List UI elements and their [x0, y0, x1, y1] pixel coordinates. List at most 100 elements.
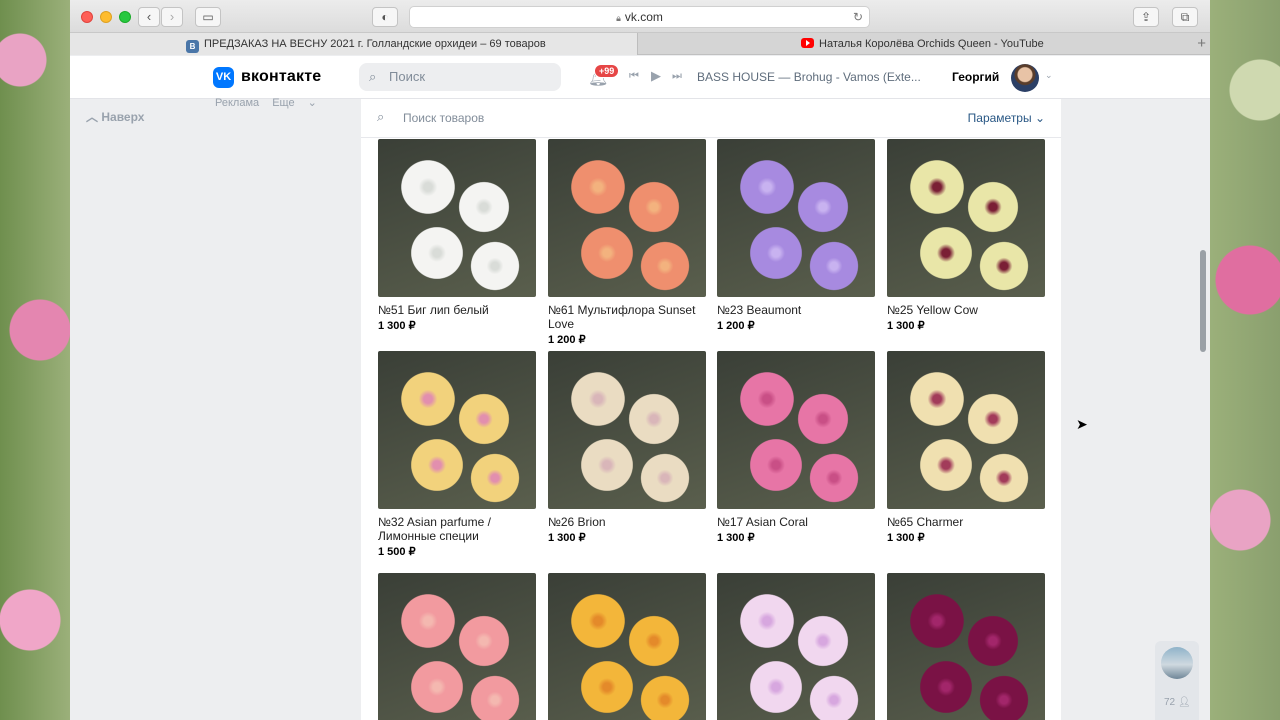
- product-title[interactable]: №65 Charmer: [887, 515, 1045, 529]
- product-title[interactable]: №25 Yellow Cow: [887, 303, 1045, 317]
- forward-icon[interactable]: ›: [161, 7, 183, 27]
- orchid-bloom: [977, 239, 1031, 293]
- vk-search-input[interactable]: ⌕ Поиск: [359, 63, 561, 91]
- reload-icon[interactable]: ↻: [853, 7, 863, 27]
- vk-logo-icon[interactable]: VK: [213, 67, 234, 88]
- product-card[interactable]: №17 Asian Coral 1 300 ₽: [717, 351, 875, 544]
- orchid-bloom: [747, 658, 805, 716]
- product-image[interactable]: [378, 139, 536, 297]
- product-image[interactable]: [548, 573, 706, 720]
- avatar[interactable]: [1011, 64, 1039, 92]
- ads-link[interactable]: Реклама: [215, 97, 259, 109]
- product-image[interactable]: [378, 351, 536, 509]
- product-image[interactable]: [717, 139, 875, 297]
- chat-widget[interactable]: 72 👤︎: [1155, 641, 1199, 720]
- market-search-bar[interactable]: ⌕ Поиск товаров Параметры ⌄: [361, 99, 1061, 138]
- product-title[interactable]: №32 Asian parfume / Лимонные специи: [378, 515, 536, 543]
- orchid-bloom: [807, 239, 861, 293]
- product-card[interactable]: №51 Биг лип белый 1 300 ₽: [378, 139, 536, 332]
- orchid-bloom: [965, 613, 1021, 669]
- product-title[interactable]: №26 Brion: [548, 515, 706, 529]
- product-title[interactable]: №17 Asian Coral: [717, 515, 875, 529]
- sidebar-toggle-icon[interactable]: ▭: [195, 7, 221, 27]
- sidebar-footer-links: Реклама Еще ⌄: [215, 96, 327, 109]
- orchid-bloom: [626, 179, 682, 235]
- orchid-bloom: [398, 157, 458, 217]
- user-name[interactable]: Георгий: [952, 70, 999, 84]
- product-title[interactable]: №23 Beaumont: [717, 303, 875, 317]
- address-bar[interactable]: 🔒︎ vk.com ↻: [409, 6, 870, 28]
- product-title[interactable]: №61 Мультифлора Sunset Love: [548, 303, 706, 331]
- page-scrollbar[interactable]: [1200, 250, 1206, 352]
- orchid-bloom: [747, 224, 805, 282]
- tabs-overview-icon[interactable]: ⧉: [1172, 7, 1198, 27]
- product-title[interactable]: №51 Биг лип белый: [378, 303, 536, 317]
- lock-icon: 🔒︎: [616, 13, 621, 23]
- orchid-bloom: [917, 436, 975, 494]
- tab-vk-market[interactable]: В ПРЕДЗАКАЗ НА ВЕСНУ 2021 г. Голландские …: [70, 33, 638, 55]
- product-image[interactable]: [717, 573, 875, 720]
- browser-toolbar: ‹ › ▭ ◐ 🔒︎ vk.com ↻ ⇪ ⧉: [70, 0, 1210, 33]
- product-price: 1 300 ₽: [548, 532, 586, 544]
- vk-logo-text[interactable]: вконтакте: [241, 68, 321, 86]
- product-image[interactable]: [887, 351, 1045, 509]
- product-card[interactable]: [548, 573, 706, 720]
- product-card[interactable]: №26 Brion 1 300 ₽: [548, 351, 706, 544]
- orchid-bloom: [747, 436, 805, 494]
- previous-track-icon[interactable]: ⏮: [629, 70, 639, 83]
- maximize-window-button[interactable]: [119, 11, 131, 23]
- product-card[interactable]: [887, 573, 1045, 720]
- chevron-down-icon[interactable]: ⌄: [1045, 70, 1053, 81]
- tab-title: Наталья Королёва Orchids Queen - YouTube: [819, 38, 1044, 50]
- product-image[interactable]: [887, 139, 1045, 297]
- play-icon[interactable]: ▶: [651, 68, 661, 84]
- orchid-bloom: [468, 239, 522, 293]
- tab-bar: В ПРЕДЗАКАЗ НА ВЕСНУ 2021 г. Голландские …: [70, 33, 1210, 55]
- product-image[interactable]: [378, 573, 536, 720]
- orchid-bloom: [907, 591, 967, 651]
- share-icon[interactable]: ⇪: [1133, 7, 1159, 27]
- product-image[interactable]: [717, 351, 875, 509]
- new-tab-button[interactable]: +: [1197, 33, 1206, 55]
- product-card[interactable]: №65 Charmer 1 300 ₽: [887, 351, 1045, 544]
- search-placeholder: Поиск: [389, 69, 426, 84]
- orchid-bloom: [917, 658, 975, 716]
- mouse-cursor-icon: ➤: [1076, 416, 1088, 432]
- orchid-bloom: [568, 369, 628, 429]
- product-card[interactable]: [717, 573, 875, 720]
- product-price: 1 300 ₽: [887, 532, 925, 544]
- close-window-button[interactable]: [81, 11, 93, 23]
- orchid-bloom: [917, 224, 975, 282]
- minimize-window-button[interactable]: [100, 11, 112, 23]
- orchid-bloom: [638, 673, 692, 720]
- tab-youtube[interactable]: Наталья Королёва Orchids Queen - YouTube: [639, 33, 1184, 55]
- back-icon[interactable]: ‹: [138, 7, 160, 27]
- orchid-bloom: [638, 239, 692, 293]
- orchid-bloom: [456, 613, 512, 669]
- privacy-shield-icon[interactable]: ◐: [372, 7, 398, 27]
- vk-header: VK вконтакте ⌕ Поиск 🔔︎ +99 ⏮ ▶ ⏭ BASS H…: [70, 56, 1210, 99]
- more-link[interactable]: Еще ⌄: [272, 97, 317, 109]
- product-card[interactable]: №32 Asian parfume / Лимонные специи 1 500…: [378, 351, 536, 558]
- product-card[interactable]: №61 Мультифлора Sunset Love 1 200 ₽: [548, 139, 706, 346]
- product-price: 1 200 ₽: [717, 320, 755, 332]
- product-image[interactable]: [887, 573, 1045, 720]
- product-image[interactable]: [548, 139, 706, 297]
- orchid-bloom: [626, 391, 682, 447]
- orchid-bloom: [398, 369, 458, 429]
- orchid-bloom: [456, 179, 512, 235]
- back-to-top-button[interactable]: ︿ Наверх: [86, 108, 144, 125]
- orchid-bloom: [907, 157, 967, 217]
- product-image[interactable]: [548, 351, 706, 509]
- product-card[interactable]: №23 Beaumont 1 200 ₽: [717, 139, 875, 332]
- orchid-bloom: [795, 179, 851, 235]
- product-card[interactable]: №25 Yellow Cow 1 300 ₽: [887, 139, 1045, 332]
- now-playing-track[interactable]: BASS HOUSE — Brohug - Vamos (Exte...: [697, 70, 925, 84]
- product-price: 1 300 ₽: [887, 320, 925, 332]
- product-card[interactable]: [378, 573, 536, 720]
- next-track-icon[interactable]: ⏭: [672, 70, 682, 83]
- orchid-bloom: [965, 179, 1021, 235]
- parameters-dropdown[interactable]: Параметры ⌄: [968, 111, 1045, 125]
- orchid-bloom: [795, 391, 851, 447]
- orchid-bloom: [907, 369, 967, 429]
